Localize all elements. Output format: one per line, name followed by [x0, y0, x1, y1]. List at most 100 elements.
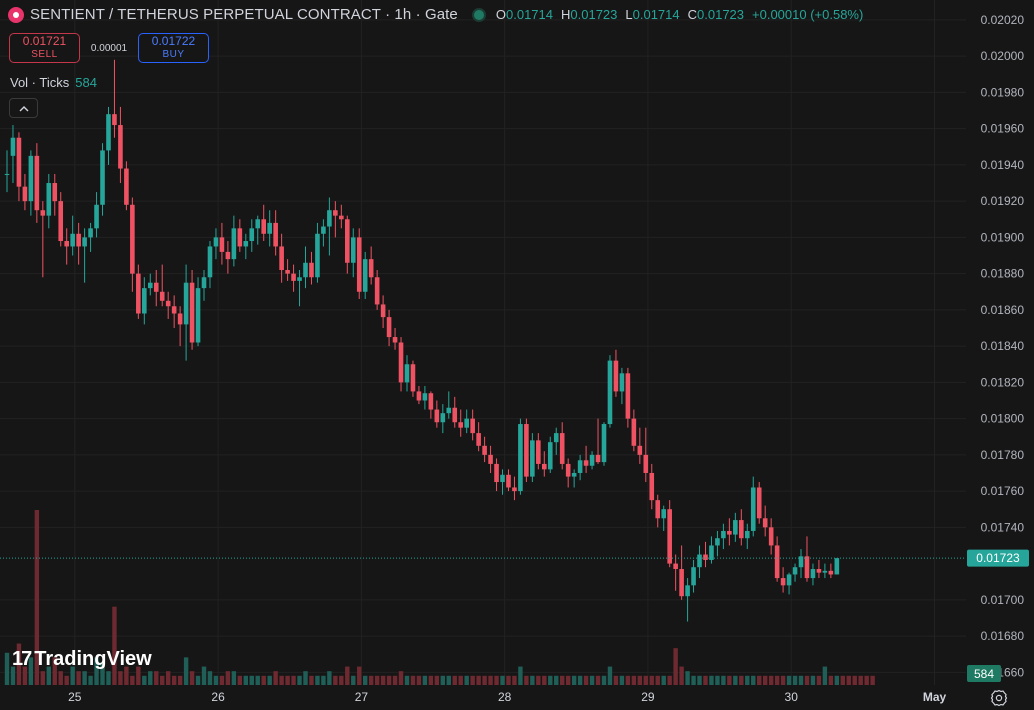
candle — [147, 273, 153, 296]
volume-bar — [458, 675, 463, 685]
sell-button[interactable]: 0.01721 SELL — [9, 33, 80, 63]
candle-body — [225, 251, 231, 260]
candle-body — [536, 440, 541, 464]
candle-body — [661, 509, 666, 519]
volume-bar — [548, 675, 553, 685]
candle — [267, 210, 272, 247]
candle-body — [822, 570, 828, 573]
candle-body — [368, 259, 374, 278]
symbol-title[interactable]: SENTIENT / TETHERUS PERPETUAL CONTRACT ·… — [30, 6, 458, 23]
candle — [231, 215, 237, 267]
price-chart[interactable] — [0, 0, 966, 685]
volume-bar — [303, 671, 308, 685]
volume-bar — [297, 675, 302, 685]
time-scale[interactable]: 25 26 27 28 29 30 May — [0, 685, 966, 710]
candle — [553, 427, 559, 455]
candle-body — [136, 273, 141, 314]
candle — [595, 418, 601, 464]
buy-button[interactable]: 0.01722 BUY — [138, 33, 209, 63]
candle-body — [488, 454, 493, 464]
candle-body — [392, 337, 398, 343]
ohlc-close-value: 0.01723 — [697, 7, 745, 22]
candle-body — [691, 567, 696, 586]
candle — [237, 219, 243, 252]
candle-body — [547, 442, 553, 470]
candle-body — [159, 291, 165, 301]
candle-body — [577, 460, 583, 473]
volume-bar — [703, 675, 708, 685]
price-scale[interactable]: 0.02020 0.02000 0.01980 0.01960 0.01940 0.019… — [966, 0, 1034, 685]
candle-body — [601, 424, 607, 463]
candle-body — [613, 360, 619, 392]
volume-bar — [613, 675, 619, 685]
candle — [613, 349, 619, 397]
volume-bar — [852, 675, 857, 685]
volume-bar — [273, 671, 278, 685]
candle-body — [703, 554, 708, 560]
volume-bar — [643, 675, 648, 685]
volume-bar — [404, 675, 410, 685]
candle — [273, 210, 278, 256]
candle — [410, 360, 416, 397]
candle — [512, 476, 517, 501]
volume-bar — [171, 675, 177, 685]
candle — [816, 559, 822, 579]
volume-bar — [315, 675, 320, 685]
volume-bar — [577, 675, 583, 685]
candle-body — [356, 237, 362, 292]
chart-header: SENTIENT / TETHERUS PERPETUAL CONTRACT ·… — [8, 6, 863, 23]
candle-body — [428, 393, 434, 410]
tradingview-logo[interactable]: 17 TradingView — [12, 648, 152, 671]
candle — [380, 295, 386, 329]
candle — [130, 197, 135, 292]
current-price-tag-label: 0.01723 — [976, 551, 1020, 565]
candle-body — [416, 391, 422, 401]
candle — [309, 251, 314, 285]
volume-bar — [440, 675, 446, 685]
volume-bar — [679, 666, 684, 685]
candle-body — [4, 173, 10, 175]
candle-body — [177, 313, 183, 325]
volume-bar — [410, 675, 416, 685]
candle — [207, 241, 213, 289]
candle-body — [398, 342, 404, 383]
volume-bar — [691, 675, 696, 685]
candle — [828, 563, 834, 579]
gear-icon[interactable] — [990, 689, 1008, 707]
candle-body — [482, 445, 487, 455]
candle-body — [207, 246, 213, 278]
candle-body — [22, 186, 28, 202]
volume-bar — [762, 675, 768, 685]
candle — [213, 228, 219, 260]
volume-bar — [661, 675, 666, 685]
volume-bar — [512, 675, 517, 685]
volume-bar — [368, 675, 374, 685]
candle — [201, 270, 207, 301]
volume-legend[interactable]: Vol · Ticks 584 — [10, 75, 97, 90]
candle — [219, 222, 225, 265]
volume-bar — [267, 675, 272, 685]
candle — [142, 277, 147, 325]
candle — [470, 409, 475, 441]
volume-bar — [768, 675, 774, 685]
volume-bar — [709, 675, 714, 685]
ohlc-change: +0.00010 (+0.58%) — [752, 7, 864, 22]
ohlc-low-label: L — [625, 7, 633, 22]
candle — [64, 228, 69, 265]
volume-bar — [571, 675, 577, 685]
candle — [159, 264, 165, 307]
candle — [798, 549, 804, 579]
candle — [697, 545, 702, 579]
candle-body — [52, 183, 58, 202]
volume-bar — [751, 675, 756, 685]
candle-body — [404, 364, 410, 383]
volume-bar — [715, 675, 720, 685]
candle-body — [362, 259, 368, 292]
candle-body — [697, 554, 702, 568]
candle — [189, 270, 195, 350]
collapse-legend-button[interactable] — [9, 98, 38, 118]
candle-body — [350, 237, 356, 263]
candle — [16, 132, 22, 202]
candle-body — [147, 282, 153, 289]
volume-bar — [243, 675, 248, 685]
